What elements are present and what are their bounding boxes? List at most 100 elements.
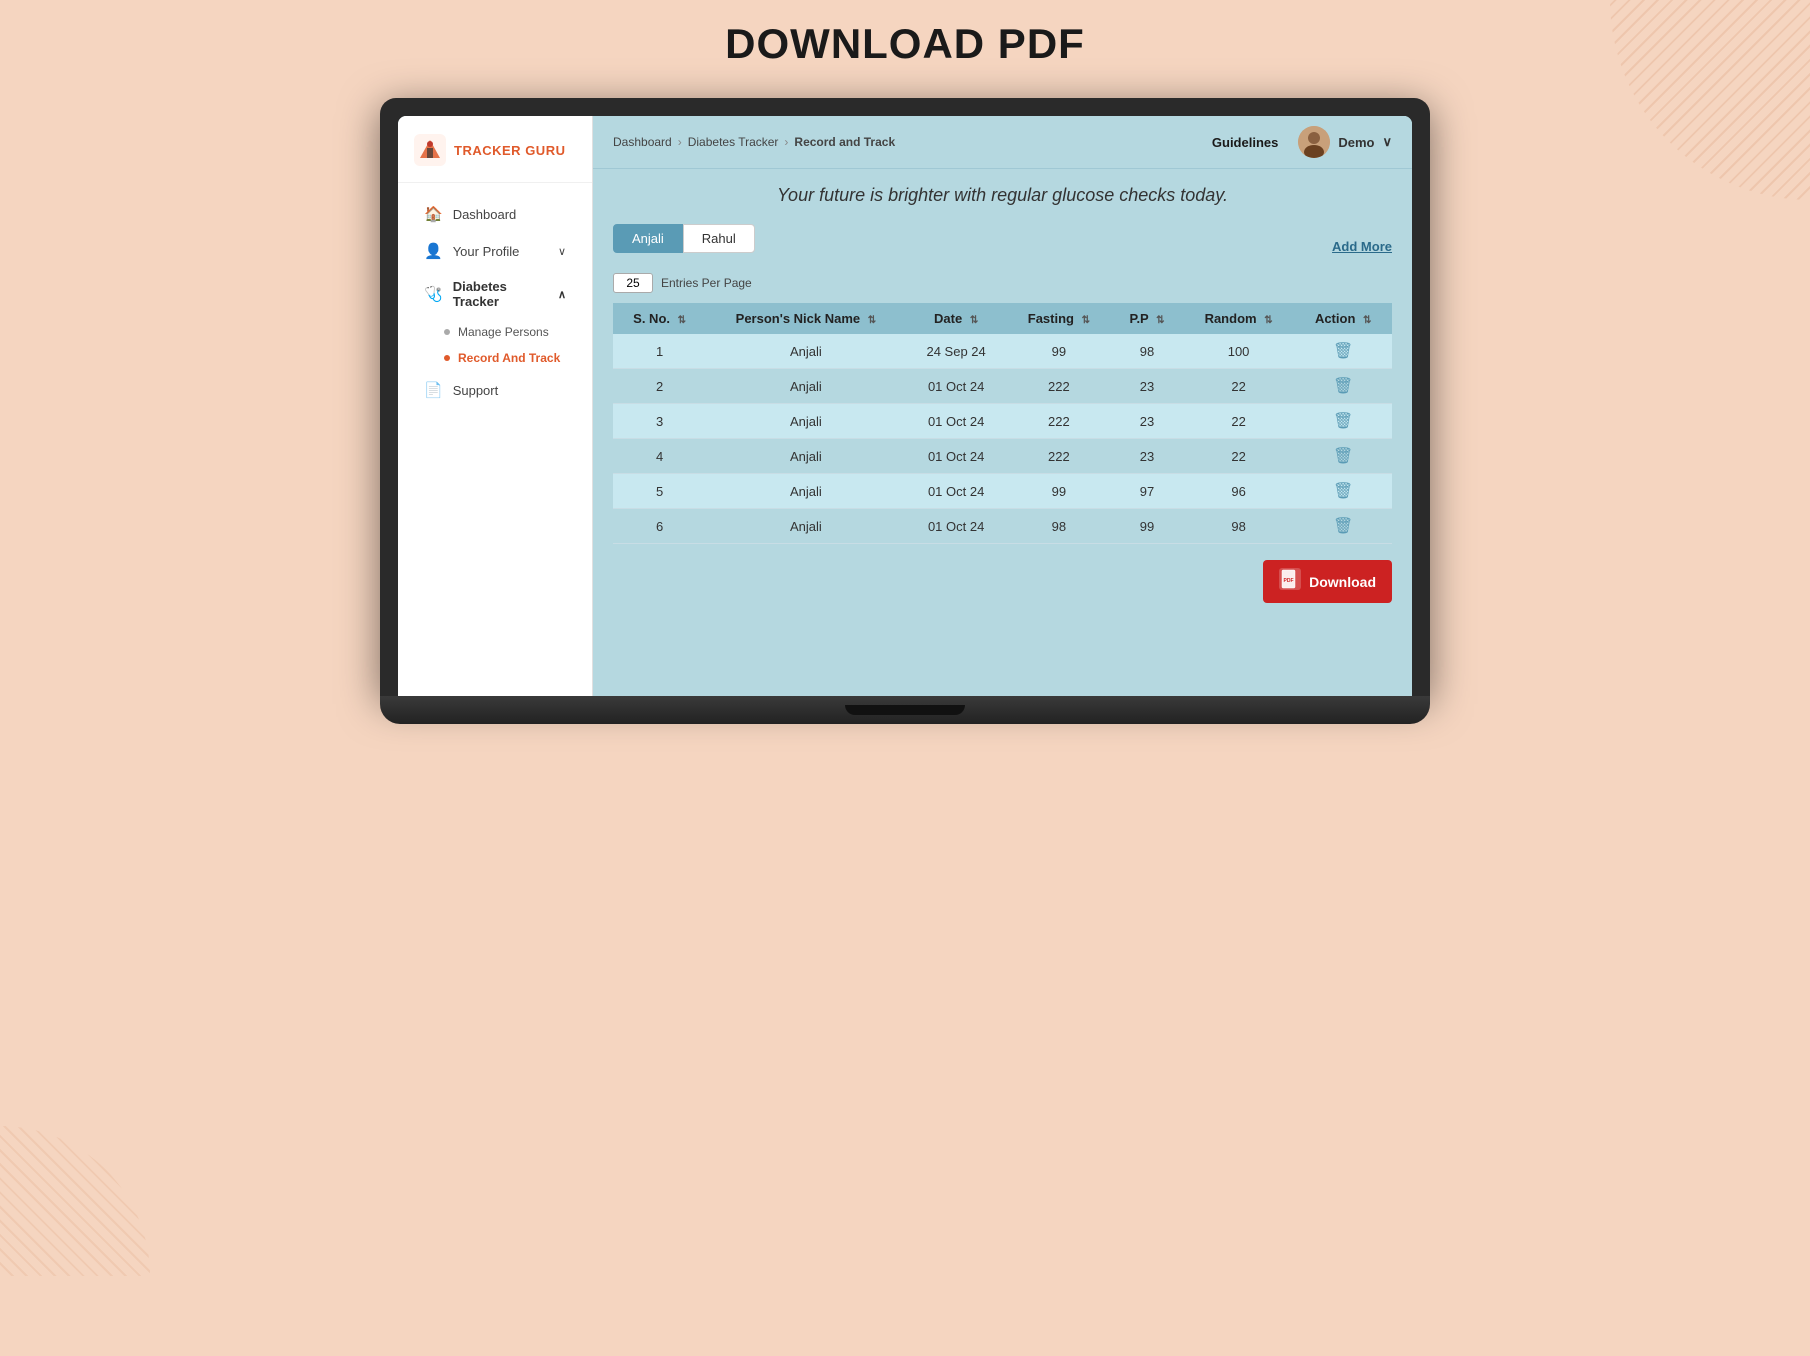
delete-icon[interactable]: 🗑 xyxy=(1333,483,1353,500)
logo-icon xyxy=(414,134,446,166)
sidebar-logo: TRACKER GURU xyxy=(398,116,592,183)
tab-anjali[interactable]: Anjali xyxy=(613,224,683,253)
sort-action-icon: ⇅ xyxy=(1363,315,1371,326)
download-button[interactable]: PDF Download xyxy=(1263,560,1392,603)
add-more-button[interactable]: Add More xyxy=(1332,239,1392,254)
cell-sno: 6 xyxy=(613,509,706,544)
col-nick-name[interactable]: Person's Nick Name ⇅ xyxy=(706,303,905,334)
breadcrumb-sep-2: › xyxy=(784,135,788,149)
delete-icon[interactable]: 🗑 xyxy=(1333,413,1353,430)
table-row: 5Anjali01 Oct 24999796🗑 xyxy=(613,474,1392,509)
table-row: 3Anjali01 Oct 242222322🗑 xyxy=(613,404,1392,439)
col-random[interactable]: Random ⇅ xyxy=(1183,303,1295,334)
diabetes-tracker-icon: 🩺 xyxy=(424,285,443,303)
table-row: 4Anjali01 Oct 242222322🗑 xyxy=(613,439,1392,474)
sidebar-label-diabetes-tracker: Diabetes Tracker xyxy=(453,279,548,309)
cell-sno: 5 xyxy=(613,474,706,509)
col-action[interactable]: Action ⇅ xyxy=(1294,303,1392,334)
delete-icon[interactable]: 🗑 xyxy=(1333,448,1353,465)
sort-sno-icon: ⇅ xyxy=(678,315,686,326)
guidelines-button[interactable]: Guidelines xyxy=(1212,135,1278,150)
sidebar-item-support[interactable]: 📄 Support xyxy=(406,372,584,408)
profile-icon: 👤 xyxy=(424,242,443,260)
cell-random: 100 xyxy=(1183,334,1295,369)
data-table: S. No. ⇅ Person's Nick Name ⇅ Date ⇅ xyxy=(613,303,1392,544)
col-sno[interactable]: S. No. ⇅ xyxy=(613,303,706,334)
col-date[interactable]: Date ⇅ xyxy=(906,303,1007,334)
cell-pp: 23 xyxy=(1111,439,1183,474)
top-header: Dashboard › Diabetes Tracker › Record an… xyxy=(593,116,1412,169)
download-label: Download xyxy=(1309,574,1376,590)
tab-rahul[interactable]: Rahul xyxy=(683,224,755,253)
sidebar-item-dashboard[interactable]: 🏠 Dashboard xyxy=(406,196,584,232)
cell-fasting: 222 xyxy=(1007,369,1112,404)
cell-action: 🗑 xyxy=(1294,509,1392,544)
cell-pp: 97 xyxy=(1111,474,1183,509)
col-pp[interactable]: P.P ⇅ xyxy=(1111,303,1183,334)
sidebar-item-diabetes-tracker[interactable]: 🩺 Diabetes Tracker ∧ xyxy=(406,270,584,318)
profile-chevron-icon: ∨ xyxy=(558,245,566,258)
cell-fasting: 99 xyxy=(1007,474,1112,509)
sort-fasting-icon: ⇅ xyxy=(1082,315,1090,326)
diabetes-chevron-icon: ∧ xyxy=(558,288,566,301)
cell-nick-name: Anjali xyxy=(706,334,905,369)
sort-nick-icon: ⇅ xyxy=(868,315,876,326)
user-menu[interactable]: Demo ∨ xyxy=(1298,126,1392,158)
cell-action: 🗑 xyxy=(1294,334,1392,369)
breadcrumb-diabetes-tracker[interactable]: Diabetes Tracker xyxy=(688,135,779,149)
sidebar: TRACKER GURU 🏠 Dashboard 👤 Your Profile … xyxy=(398,116,593,696)
diabetes-submenu: Manage Persons Record And Track xyxy=(398,319,592,371)
user-name: Demo xyxy=(1338,135,1374,150)
motivational-text: Your future is brighter with regular glu… xyxy=(613,185,1392,206)
cell-nick-name: Anjali xyxy=(706,474,905,509)
cell-fasting: 98 xyxy=(1007,509,1112,544)
laptop-notch xyxy=(845,705,965,715)
entries-per-page-label: Entries Per Page xyxy=(661,276,752,290)
cell-random: 22 xyxy=(1183,439,1295,474)
laptop-shell: TRACKER GURU 🏠 Dashboard 👤 Your Profile … xyxy=(380,98,1430,724)
sidebar-nav: 🏠 Dashboard 👤 Your Profile ∨ 🩺 Diabetes … xyxy=(398,183,592,696)
cell-sno: 2 xyxy=(613,369,706,404)
cell-nick-name: Anjali xyxy=(706,369,905,404)
manage-persons-dot xyxy=(444,329,450,335)
header-row: Anjali Rahul Add More xyxy=(613,224,1392,269)
table-controls: Entries Per Page xyxy=(613,273,1392,293)
cell-action: 🗑 xyxy=(1294,439,1392,474)
sidebar-item-manage-persons[interactable]: Manage Persons xyxy=(426,319,592,345)
sidebar-label-your-profile: Your Profile xyxy=(453,244,520,259)
cell-action: 🗑 xyxy=(1294,474,1392,509)
breadcrumb-dashboard[interactable]: Dashboard xyxy=(613,135,672,149)
cell-date: 01 Oct 24 xyxy=(906,509,1007,544)
sidebar-label-support: Support xyxy=(453,383,499,398)
cell-sno: 3 xyxy=(613,404,706,439)
table-row: 1Anjali24 Sep 249998100🗑 xyxy=(613,334,1392,369)
delete-icon[interactable]: 🗑 xyxy=(1333,343,1353,360)
cell-fasting: 99 xyxy=(1007,334,1112,369)
sort-random-icon: ⇅ xyxy=(1264,315,1272,326)
delete-icon[interactable]: 🗑 xyxy=(1333,518,1353,535)
dashboard-icon: 🏠 xyxy=(424,205,443,223)
sidebar-item-your-profile[interactable]: 👤 Your Profile ∨ xyxy=(406,233,584,269)
sidebar-item-record-and-track[interactable]: Record And Track xyxy=(426,345,592,371)
cell-pp: 98 xyxy=(1111,334,1183,369)
cell-date: 01 Oct 24 xyxy=(906,439,1007,474)
svg-text:PDF: PDF xyxy=(1284,578,1294,584)
sidebar-label-record-and-track: Record And Track xyxy=(458,351,560,365)
laptop-base xyxy=(380,696,1430,724)
user-chevron-icon: ∨ xyxy=(1382,134,1392,150)
cell-sno: 4 xyxy=(613,439,706,474)
cell-sno: 1 xyxy=(613,334,706,369)
page-title: DOWNLOAD PDF xyxy=(725,20,1085,68)
col-fasting[interactable]: Fasting ⇅ xyxy=(1007,303,1112,334)
support-icon: 📄 xyxy=(424,381,443,399)
delete-icon[interactable]: 🗑 xyxy=(1333,378,1353,395)
cell-pp: 23 xyxy=(1111,404,1183,439)
entries-per-page-input[interactable] xyxy=(613,273,653,293)
cell-date: 01 Oct 24 xyxy=(906,369,1007,404)
breadcrumb-sep-1: › xyxy=(678,135,682,149)
cell-random: 96 xyxy=(1183,474,1295,509)
logo-text: TRACKER GURU xyxy=(454,143,565,158)
download-section: PDF Download xyxy=(613,544,1392,607)
laptop-screen-outer: TRACKER GURU 🏠 Dashboard 👤 Your Profile … xyxy=(380,98,1430,696)
page-body: Your future is brighter with regular glu… xyxy=(593,169,1412,696)
